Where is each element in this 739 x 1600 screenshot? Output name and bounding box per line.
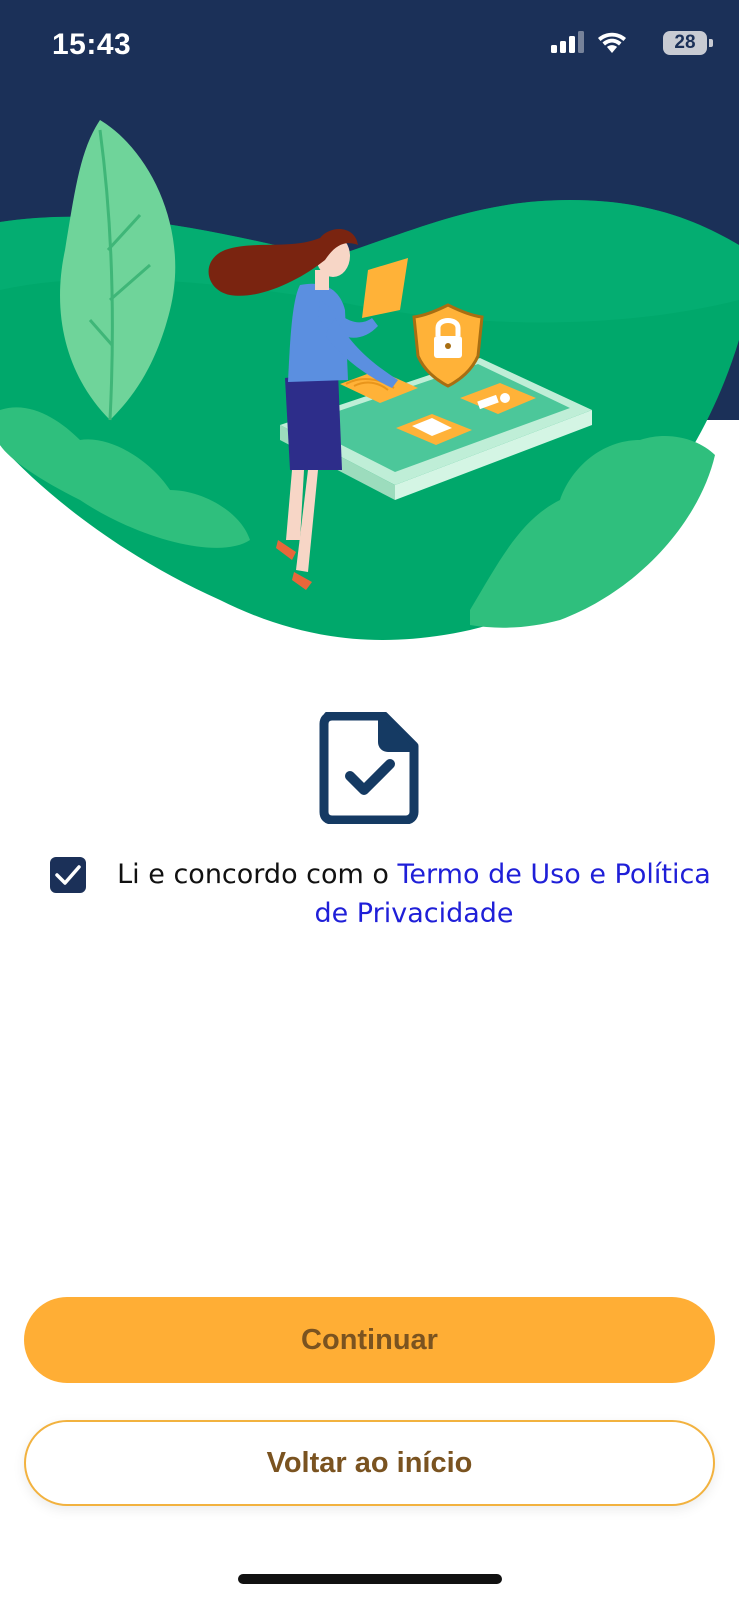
battery-level: 28	[674, 32, 696, 53]
status-bar: 15:43 28	[0, 0, 739, 92]
document-check-icon	[319, 712, 419, 824]
terms-text-prefix: Li e concordo com o	[117, 859, 398, 890]
terms-text: Li e concordo com o Termo de Uso e Polít…	[110, 855, 718, 933]
back-to-start-button[interactable]: Voltar ao início	[24, 1420, 715, 1506]
hero-illustration	[0, 0, 739, 650]
wifi-icon	[598, 32, 626, 53]
status-time: 15:43	[52, 28, 132, 61]
continue-button-label: Continuar	[301, 1323, 438, 1356]
terms-checkbox[interactable]	[50, 857, 86, 893]
continue-button[interactable]: Continuar	[24, 1297, 715, 1383]
home-indicator[interactable]	[238, 1574, 502, 1584]
checkmark-icon	[55, 865, 81, 885]
battery-icon: 28	[663, 31, 713, 55]
cellular-signal-icon	[551, 31, 584, 53]
back-button-label: Voltar ao início	[266, 1446, 473, 1479]
